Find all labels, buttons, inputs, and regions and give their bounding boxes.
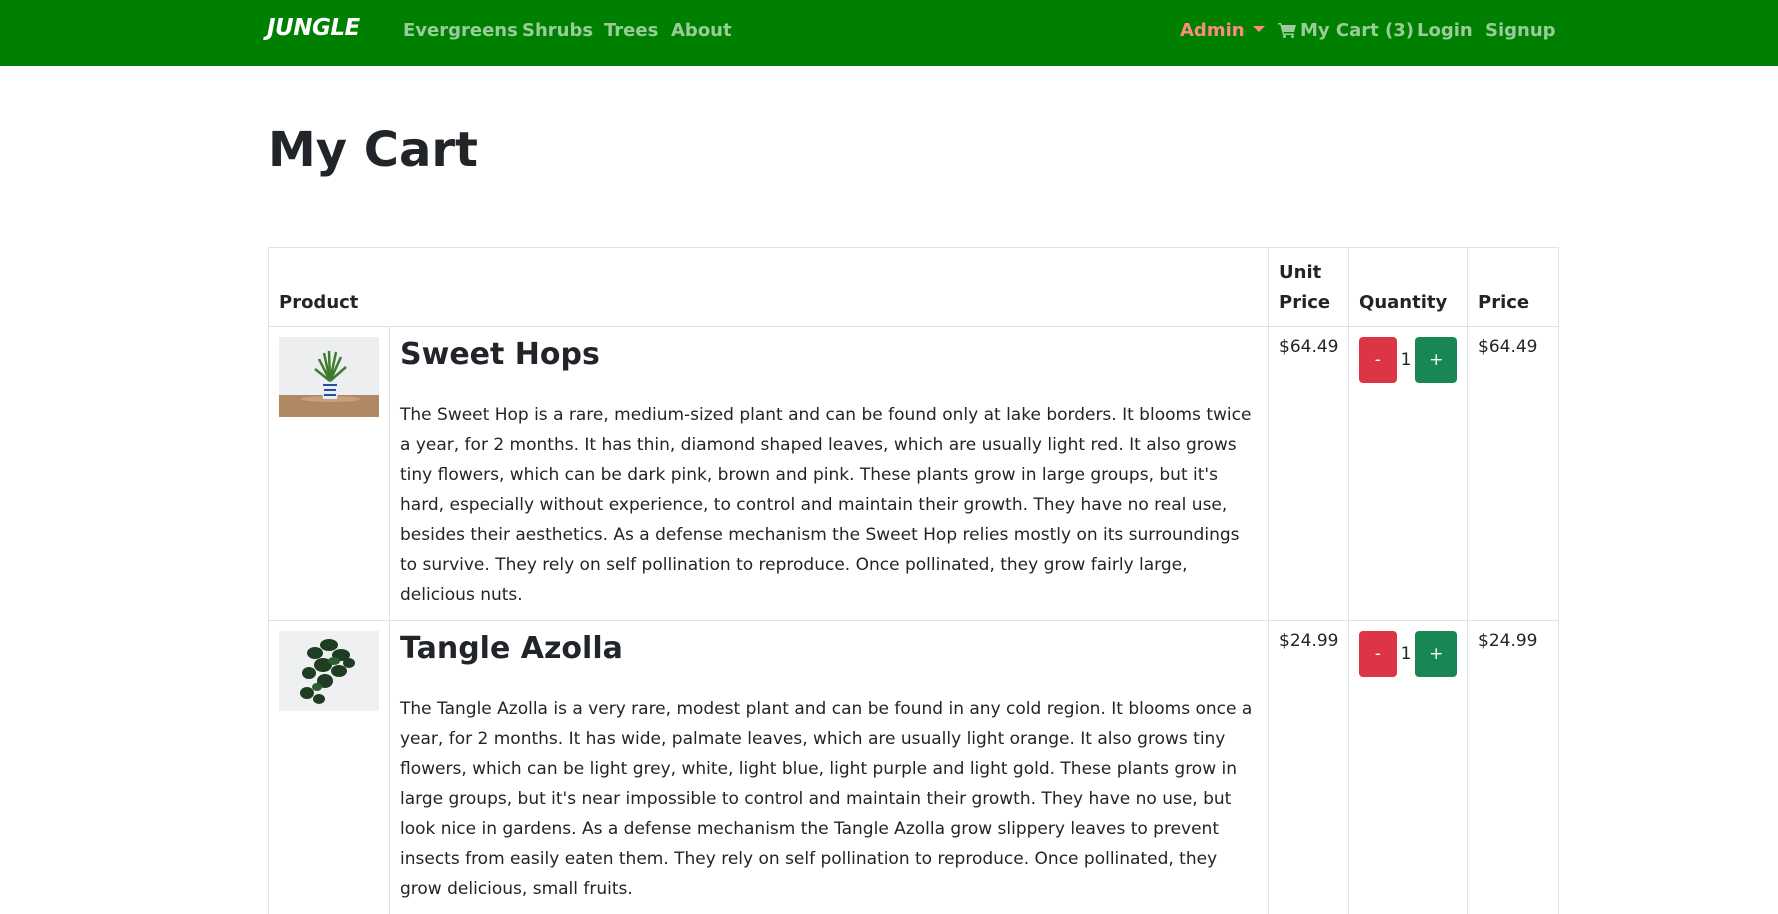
table-header-row: Product Unit Price Quantity Price <box>269 248 1559 327</box>
quantity-value: 1 <box>1401 644 1412 664</box>
navbar: JUNGLE Evergreens Shrubs Trees About Adm… <box>0 0 1778 66</box>
nav-link-about[interactable]: About <box>671 20 732 41</box>
signup-link[interactable]: Signup <box>1485 20 1556 41</box>
quantity-stepper: - 1 + <box>1359 337 1457 383</box>
product-image-cell <box>269 327 390 621</box>
unit-price: $24.99 <box>1269 621 1349 914</box>
cart-table: Product Unit Price Quantity Price Sweet … <box>268 247 1559 914</box>
product-description: The Sweet Hop is a rare, medium-sized pl… <box>400 400 1258 610</box>
admin-label: Admin <box>1180 20 1245 41</box>
quantity-value: 1 <box>1401 350 1412 370</box>
header-unit-price: Unit Price <box>1269 248 1349 327</box>
nav-link-shrubs[interactable]: Shrubs <box>522 20 593 41</box>
potted-palm-plant-image <box>279 337 379 417</box>
decrease-quantity-button[interactable]: - <box>1359 631 1397 677</box>
increase-quantity-button[interactable]: + <box>1415 631 1457 677</box>
table-row: Tangle Azolla The Tangle Azolla is a ver… <box>269 621 1559 914</box>
quantity-cell: - 1 + <box>1349 327 1468 621</box>
brand-logo[interactable]: JUNGLE <box>267 15 360 41</box>
product-name[interactable]: Sweet Hops <box>400 337 1258 372</box>
product-description: The Tangle Azolla is a very rare, modest… <box>400 694 1258 904</box>
unit-price: $64.49 <box>1269 327 1349 621</box>
page-title: My Cart <box>268 122 478 178</box>
navbar-inner: JUNGLE Evergreens Shrubs Trees About Adm… <box>267 0 1557 66</box>
product-info-cell: Sweet Hops The Sweet Hop is a rare, medi… <box>390 327 1269 621</box>
product-image-cell <box>269 621 390 914</box>
increase-quantity-button[interactable]: + <box>1415 337 1457 383</box>
line-price: $64.49 <box>1468 327 1559 621</box>
nav-link-trees[interactable]: Trees <box>604 20 658 41</box>
my-cart-label: My Cart (3) <box>1300 20 1414 41</box>
table-row: Sweet Hops The Sweet Hop is a rare, medi… <box>269 327 1559 621</box>
line-price: $24.99 <box>1468 621 1559 914</box>
decrease-quantity-button[interactable]: - <box>1359 337 1397 383</box>
login-link[interactable]: Login <box>1417 20 1473 41</box>
chevron-down-icon <box>1253 26 1265 32</box>
header-price: Price <box>1468 248 1559 327</box>
quantity-cell: - 1 + <box>1349 621 1468 914</box>
nav-link-evergreens[interactable]: Evergreens <box>403 20 518 41</box>
quantity-stepper: - 1 + <box>1359 631 1457 677</box>
header-product: Product <box>269 248 1269 327</box>
header-quantity: Quantity <box>1349 248 1468 327</box>
hanging-vine-plant-image <box>279 631 379 711</box>
my-cart-link[interactable]: My Cart (3) <box>1278 20 1414 41</box>
cart-icon <box>1278 22 1297 38</box>
product-info-cell: Tangle Azolla The Tangle Azolla is a ver… <box>390 621 1269 914</box>
admin-dropdown[interactable]: Admin <box>1180 20 1265 41</box>
product-name[interactable]: Tangle Azolla <box>400 631 1258 666</box>
